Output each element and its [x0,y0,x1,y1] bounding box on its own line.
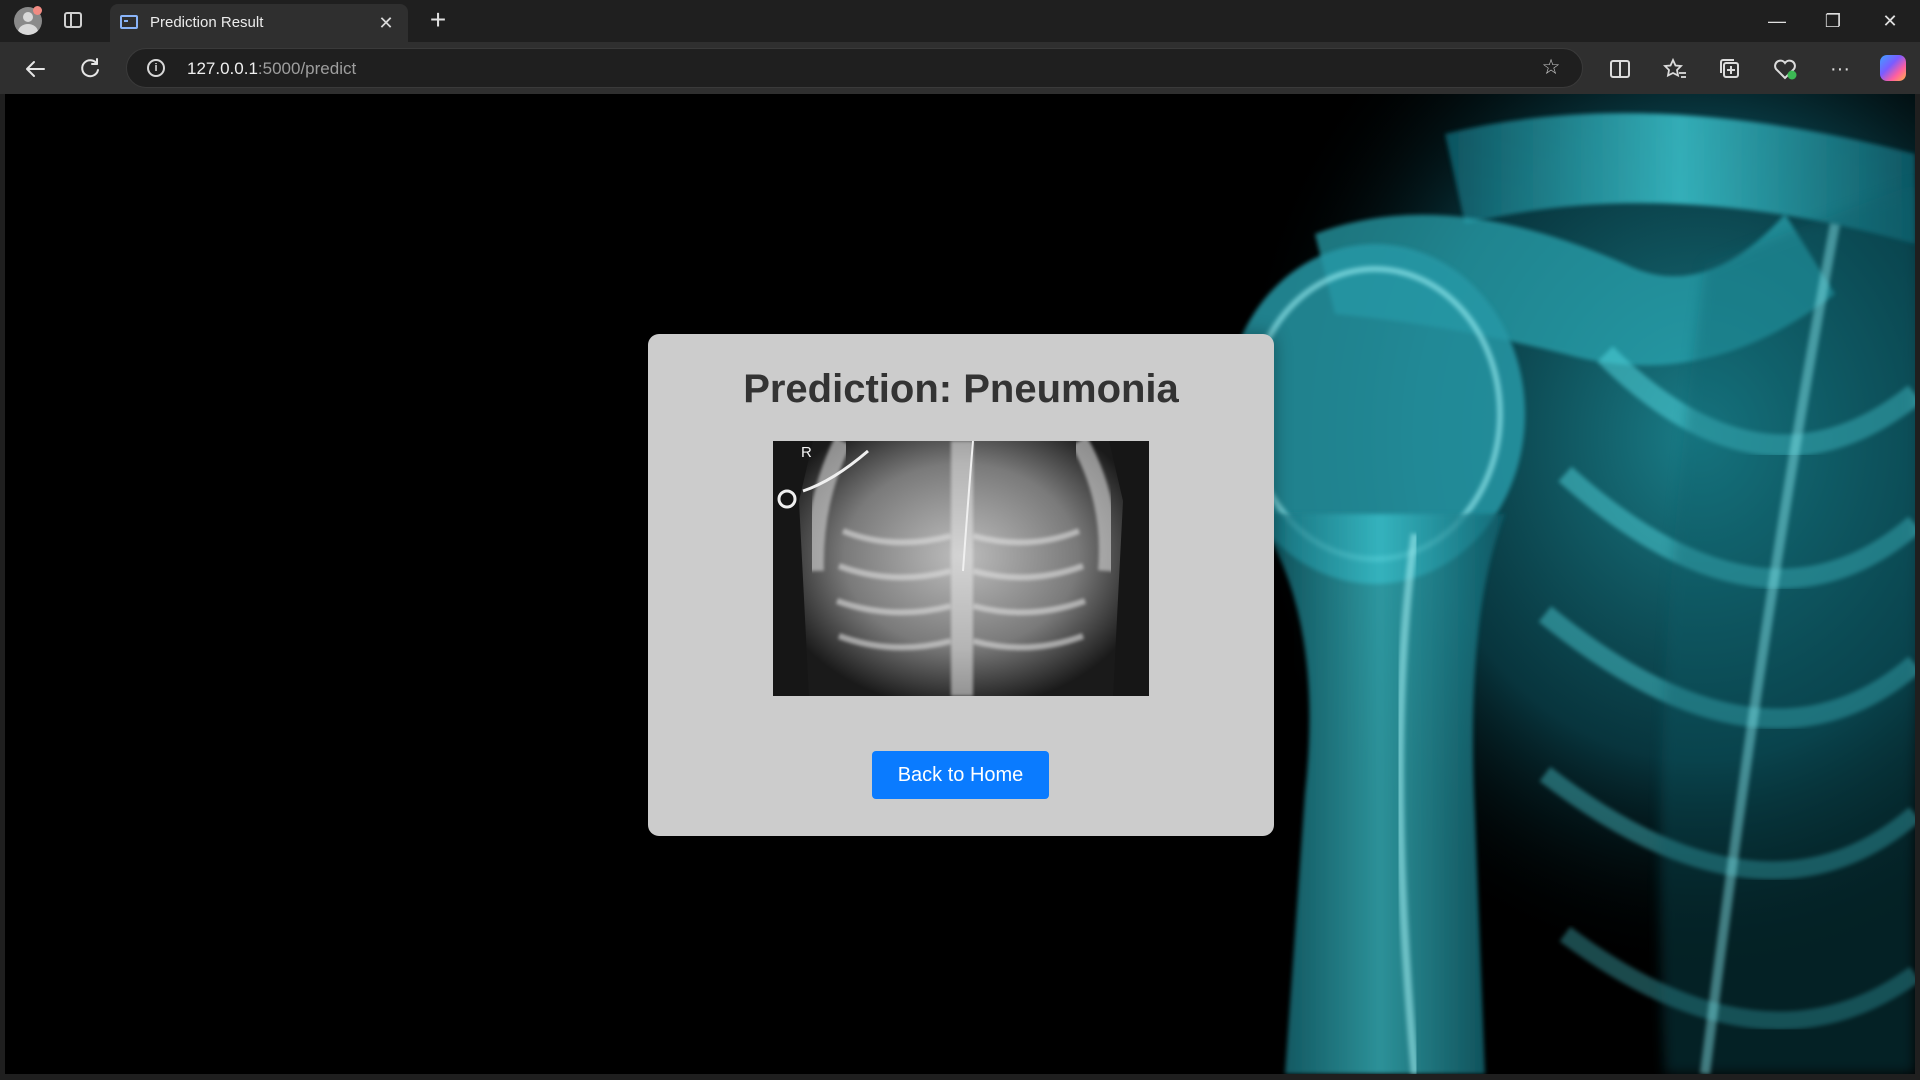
browser-title-bar: Prediction Result ✕ + — ❐ ✕ [0,0,1920,42]
prediction-card: Prediction: Pneumonia R Back to Home [648,334,1274,836]
prediction-title: Prediction: Pneumonia [743,367,1179,411]
collections-icon[interactable] [1715,54,1745,84]
xray-side-marker: R [801,444,812,461]
uploaded-xray-image: R [773,441,1149,696]
refresh-icon[interactable] [75,54,105,84]
more-icon[interactable]: ··· [1825,54,1855,84]
url-text[interactable]: 127.0.0.1:5000/predict [187,59,356,79]
tab-close-button[interactable]: ✕ [374,11,398,35]
address-bar[interactable]: i 127.0.0.1:5000/predict ☆ [126,48,1583,88]
window-bottom-border [0,1074,1920,1080]
tab-favicon-icon [120,15,138,29]
minimize-button[interactable]: — [1757,8,1797,34]
restore-button[interactable]: ❐ [1813,8,1853,34]
copilot-icon[interactable] [1880,55,1906,81]
new-tab-button[interactable]: + [424,6,452,34]
profile-notification-dot [33,6,42,15]
browser-toolbar: i 127.0.0.1:5000/predict ☆ ··· [0,42,1920,94]
back-to-home-button[interactable]: Back to Home [872,751,1049,799]
close-window-button[interactable]: ✕ [1870,8,1910,34]
page-viewport: Prediction: Pneumonia R Back to Home [5,94,1915,1074]
favorites-icon[interactable] [1660,54,1690,84]
url-host: 127.0.0.1 [187,59,258,78]
favorite-star-icon[interactable]: ☆ [1538,55,1564,81]
tab-actions-icon[interactable] [64,12,82,28]
site-info-icon[interactable]: i [147,59,165,77]
tab-title: Prediction Result [150,14,264,31]
split-screen-icon[interactable] [1605,54,1635,84]
back-arrow-icon[interactable] [20,54,50,84]
chest-xray-image-graphic [773,441,1149,696]
browser-essentials-icon[interactable] [1770,54,1800,84]
url-path: :5000/predict [257,59,357,78]
browser-tab-active[interactable]: Prediction Result ✕ [110,4,408,42]
